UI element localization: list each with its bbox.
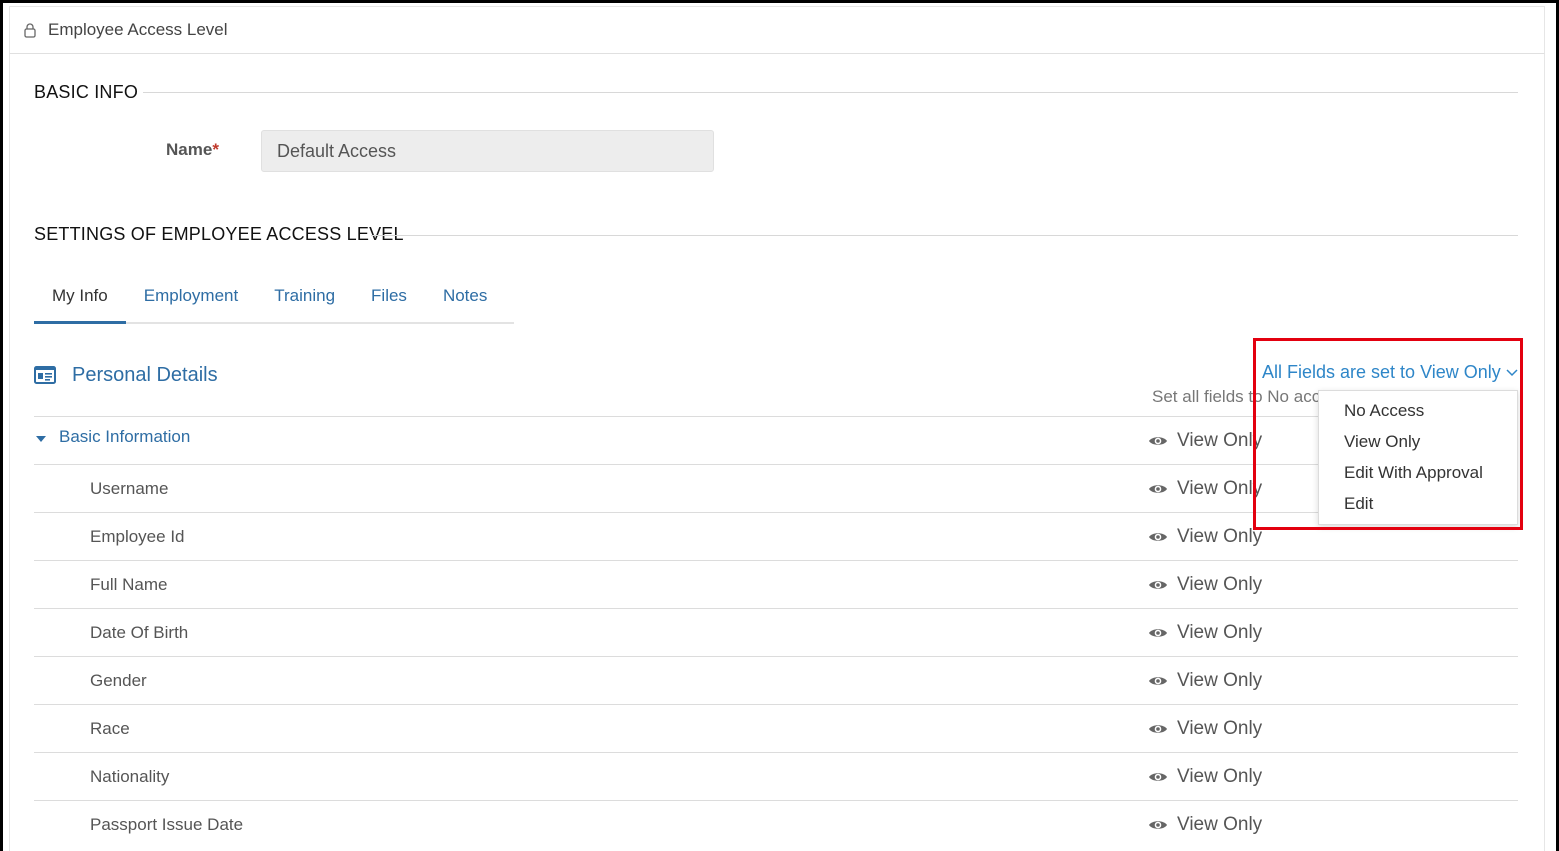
field-row: Passport Issue Date View Only — [34, 800, 1518, 848]
id-card-icon — [34, 366, 56, 384]
access-selector[interactable]: View Only — [1148, 814, 1262, 836]
field-row: Race View Only — [34, 704, 1518, 752]
lock-icon — [24, 23, 36, 38]
page-title: Employee Access Level — [48, 20, 228, 39]
access-selector[interactable]: View Only — [1148, 526, 1262, 548]
name-input[interactable] — [261, 130, 714, 172]
tab-employment[interactable]: Employment — [126, 276, 256, 324]
section-divider — [371, 235, 1518, 236]
eye-icon — [1149, 581, 1167, 589]
tab-notes[interactable]: Notes — [425, 276, 505, 324]
name-label: Name* — [166, 140, 219, 159]
eye-icon — [1149, 629, 1167, 637]
settings-heading: SETTINGS OF EMPLOYEE ACCESS LEVEL — [34, 224, 404, 244]
section-divider — [143, 92, 1518, 93]
access-selector[interactable]: View Only — [1148, 478, 1262, 500]
field-row: Date Of Birth View Only — [34, 608, 1518, 656]
eye-icon — [1149, 677, 1167, 685]
tab-my-info[interactable]: My Info — [34, 276, 126, 324]
access-selector[interactable]: View Only — [1148, 622, 1262, 644]
eye-icon — [1149, 821, 1167, 829]
field-label: Passport Issue Date — [90, 815, 244, 834]
field-label: Gender — [90, 671, 147, 690]
access-selector[interactable]: View Only — [1148, 766, 1262, 788]
field-row: Full Name View Only — [34, 560, 1518, 608]
eye-icon — [1149, 725, 1167, 733]
eye-icon — [1149, 533, 1167, 541]
page-header: Employee Access Level — [9, 6, 1545, 54]
access-selector[interactable]: View Only — [1148, 718, 1262, 740]
eye-icon — [1149, 485, 1167, 493]
access-selector[interactable]: View Only — [1148, 574, 1262, 596]
tab-files[interactable]: Files — [353, 276, 425, 324]
access-selector[interactable]: View Only — [1148, 670, 1262, 692]
field-label: Nationality — [90, 767, 170, 786]
field-row: Gender View Only — [34, 656, 1518, 704]
highlight-box — [1253, 338, 1523, 530]
field-row: Nationality View Only — [34, 752, 1518, 800]
eye-icon — [1149, 437, 1167, 445]
field-label: Full Name — [90, 575, 168, 594]
group-label[interactable]: Basic Information — [59, 427, 190, 447]
caret-down-icon[interactable] — [35, 433, 47, 445]
access-selector[interactable]: View Only — [1148, 430, 1262, 452]
settings-tabs: My Info Employment Training Files Notes — [34, 276, 514, 324]
personal-details-title: Personal Details — [72, 364, 218, 386]
field-label: Employee Id — [90, 527, 185, 546]
basic-info-heading: BASIC INFO — [34, 82, 139, 102]
tab-training[interactable]: Training — [256, 276, 353, 324]
field-label: Username — [90, 479, 169, 498]
field-label: Race — [90, 719, 130, 738]
eye-icon — [1149, 773, 1167, 781]
field-label: Date Of Birth — [90, 623, 189, 642]
